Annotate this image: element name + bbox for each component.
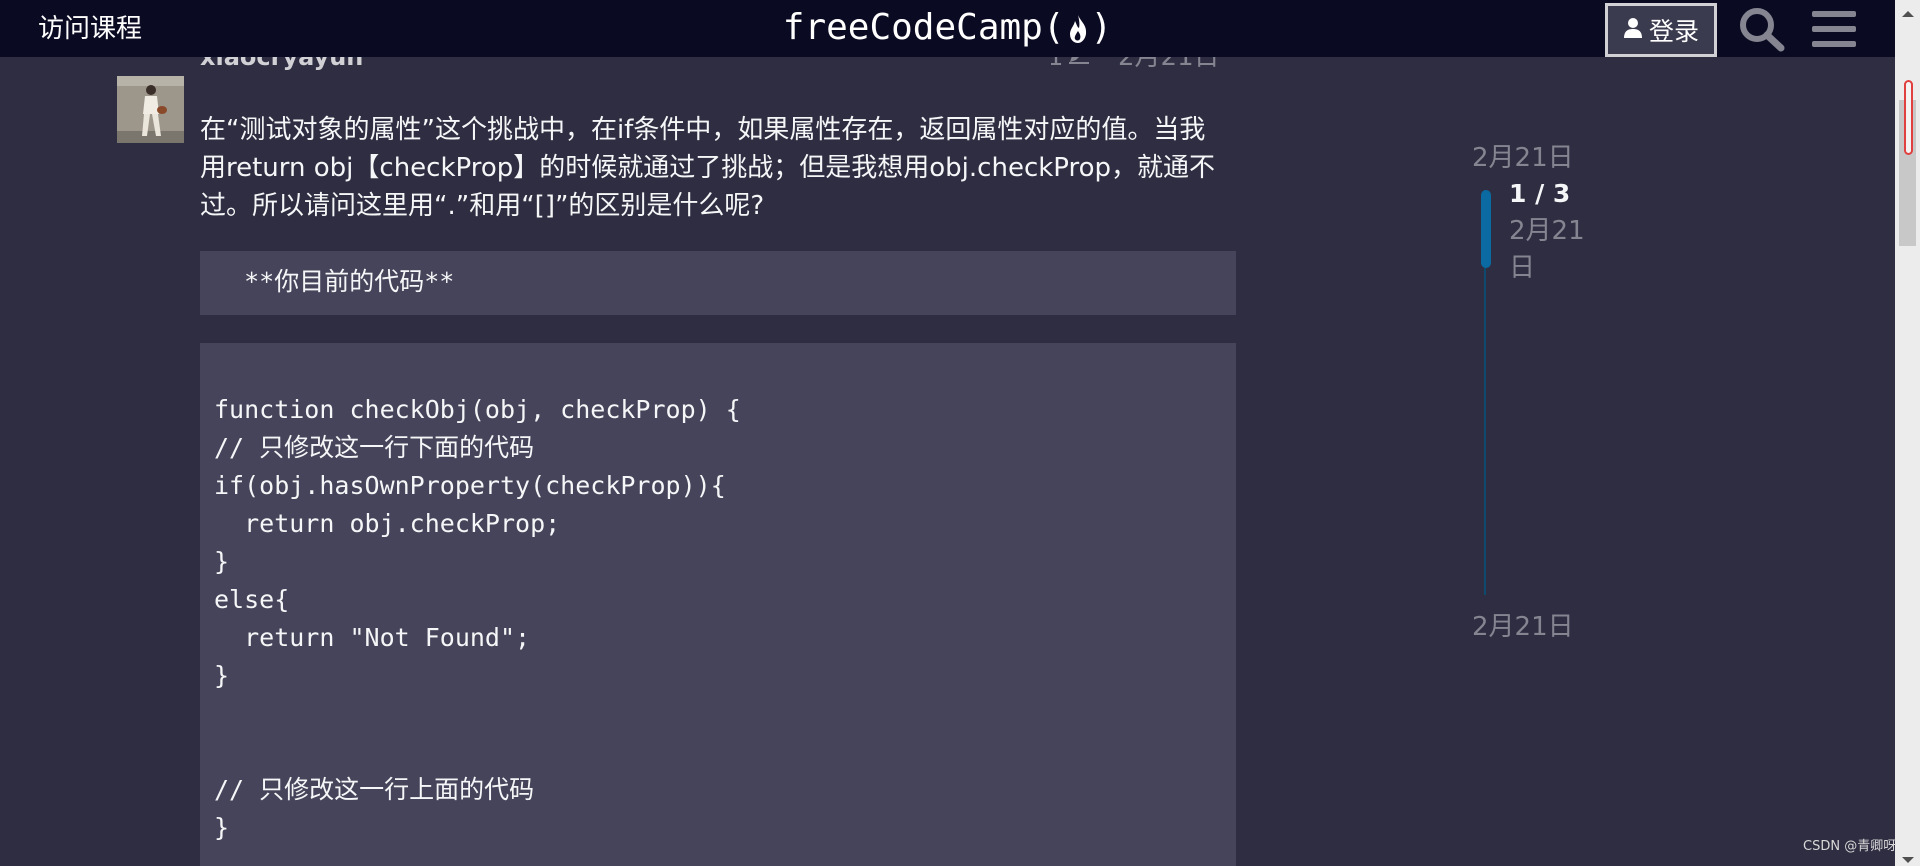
hamburger-menu-icon[interactable]: [1812, 8, 1856, 50]
timeline-position-date: 2月21日: [1509, 216, 1585, 283]
search-icon[interactable]: [1737, 6, 1787, 52]
timeline-scroll-handle[interactable]: [1481, 190, 1491, 268]
logo-text: freeCodeCamp(: [782, 7, 1065, 48]
login-label: 登录: [1648, 17, 1699, 46]
code-block-heading: **你目前的代码**: [200, 251, 1236, 315]
post-body: 在“测试对象的属性”这个挑战中，在if条件中，如果属性存在，返回属性对应的值。当…: [200, 111, 1240, 225]
post-body-line: 过。所以请问这里用“.”和用“[]”的区别是什么呢?: [200, 191, 765, 221]
scroll-position-marker: [1904, 80, 1913, 155]
post-body-line: 用return obj【checkProp】的时候就通过了挑战；但是我想用obj…: [200, 153, 1216, 183]
post-body-line: 在“测试对象的属性”这个挑战中，在if条件中，如果属性存在，返回属性对应的值。当…: [200, 115, 1206, 145]
logo-suffix: ): [1090, 7, 1113, 48]
avatar[interactable]: [117, 76, 184, 143]
scroll-up-arrow-icon[interactable]: [1900, 4, 1916, 17]
scroll-down-arrow-icon[interactable]: [1900, 850, 1916, 863]
top-navbar: 访问课程 freeCodeCamp() 登录: [0, 0, 1895, 57]
watermark: CSDN @青卿呀: [1803, 839, 1897, 854]
forum-topic-page: 访问课程 freeCodeCamp() 登录 xiaocryayun 1 2月2…: [0, 0, 1920, 866]
timeline-end-date[interactable]: 2月21日: [1472, 610, 1574, 644]
fire-icon: [1065, 12, 1091, 56]
timeline-start-date[interactable]: 2月21日: [1472, 141, 1574, 175]
user-icon: [1623, 16, 1643, 45]
code-block-source: function checkObj(obj, checkProp) { // 只…: [200, 343, 1236, 866]
login-button[interactable]: 登录: [1605, 3, 1717, 57]
timeline-position: 1 / 3: [1509, 179, 1571, 208]
curriculum-link[interactable]: 访问课程: [38, 12, 142, 46]
